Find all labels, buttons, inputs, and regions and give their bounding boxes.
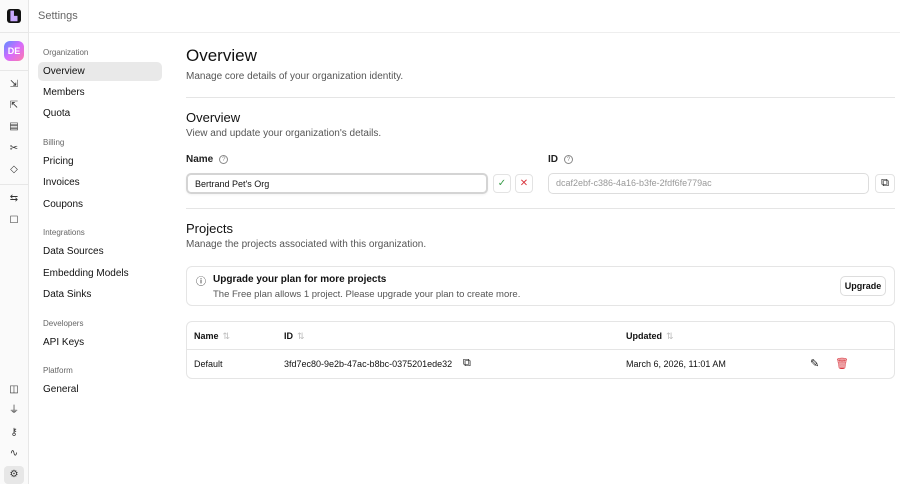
- copy-id-button[interactable]: ⧉: [875, 174, 895, 193]
- sort-icon: ⇅: [666, 331, 674, 341]
- section-title: Overview: [186, 110, 241, 125]
- scissors-icon[interactable]: ✂: [6, 141, 22, 157]
- edit-icon[interactable]: ✎: [810, 357, 819, 370]
- book-icon[interactable]: ◫: [6, 382, 22, 398]
- section-subtitle: View and update your organization's deta…: [186, 128, 382, 139]
- key-icon[interactable]: ⚷: [6, 425, 22, 441]
- column-header-name[interactable]: Name ⇅: [194, 331, 230, 342]
- divider: [0, 70, 28, 71]
- nav-item-embedding-models[interactable]: Embedding Models: [38, 264, 162, 283]
- divider: [186, 208, 895, 209]
- workflow-icon[interactable]: ⇆: [6, 191, 22, 207]
- top-bar: Settings: [29, 0, 900, 33]
- divider: [0, 32, 28, 33]
- page-title: Overview: [186, 46, 257, 65]
- projects-title: Projects: [186, 221, 233, 236]
- nav-group-label: Organization: [43, 48, 89, 57]
- cancel-button[interactable]: ✕: [515, 174, 533, 193]
- upgrade-banner: ⓘ Upgrade your plan for more projects Th…: [186, 266, 895, 306]
- sort-icon: ⇅: [222, 331, 231, 341]
- nav-item-data-sources[interactable]: Data Sources: [38, 242, 162, 261]
- copy-icon[interactable]: ⧉: [463, 357, 471, 370]
- app-logo[interactable]: ▙: [7, 9, 21, 23]
- nav-group-label: Platform: [43, 366, 73, 375]
- nav-item-invoices[interactable]: Invoices: [38, 173, 162, 192]
- export-icon[interactable]: ⇱: [6, 98, 22, 114]
- column-header-id[interactable]: ID ⇅: [284, 331, 305, 342]
- name-input[interactable]: Bertrand Pet's Org: [186, 173, 488, 194]
- column-label: Updated: [626, 331, 662, 341]
- activity-icon[interactable]: ∿: [6, 446, 22, 462]
- settings-icon[interactable]: ⚙: [4, 466, 24, 484]
- project-name: Default: [194, 359, 223, 369]
- copy-icon: ⧉: [881, 177, 889, 189]
- id-label-text: ID: [548, 154, 558, 165]
- nav-item-quota[interactable]: Quota: [38, 104, 162, 123]
- projects-table: Name ⇅ ID ⇅ Updated ⇅ Default 3fd7ec80-9e2b…: [186, 321, 895, 379]
- nav-group-label: Billing: [43, 138, 65, 147]
- delete-icon[interactable]: 🗑: [835, 357, 849, 370]
- help-icon[interactable]: ?: [564, 155, 573, 164]
- nav-item-coupons[interactable]: Coupons: [38, 195, 162, 214]
- divider: [187, 349, 894, 350]
- nav-item-members[interactable]: Members: [38, 83, 162, 102]
- id-label: ID?: [548, 154, 573, 165]
- sort-icon: ⇅: [297, 331, 305, 341]
- plug-icon[interactable]: ⏚: [6, 403, 22, 419]
- nav-item-pricing[interactable]: Pricing: [38, 152, 162, 171]
- id-input[interactable]: dcaf2ebf-c386-4a16-b3fe-2fdf6fe779ac: [548, 173, 869, 194]
- divider: [186, 97, 895, 98]
- page-subtitle: Manage core details of your organization…: [186, 71, 404, 82]
- nav-group-label: Developers: [43, 319, 84, 328]
- divider: [0, 184, 28, 185]
- projects-subtitle: Manage the projects associated with this…: [186, 239, 427, 250]
- name-label: Name?: [186, 154, 229, 165]
- nav-item-overview[interactable]: Overview: [38, 62, 162, 81]
- column-label: Name: [194, 331, 219, 341]
- banner-text: The Free plan allows 1 project. Please u…: [213, 289, 521, 300]
- column-label: ID: [284, 331, 293, 341]
- confirm-button[interactable]: ✓: [493, 174, 511, 193]
- tags-icon[interactable]: ◇: [6, 162, 22, 178]
- project-updated: March 6, 2026, 11:01 AM: [626, 359, 726, 369]
- column-header-updated[interactable]: Updated ⇅: [626, 331, 674, 342]
- help-icon[interactable]: ?: [219, 155, 229, 164]
- bot-icon[interactable]: ☐: [6, 213, 22, 229]
- document-icon[interactable]: ▤: [6, 119, 22, 135]
- nav-item-api-keys[interactable]: API Keys: [38, 333, 162, 352]
- avatar[interactable]: DE: [4, 41, 24, 61]
- nav-group-label: Integrations: [43, 228, 85, 237]
- name-label-text: Name: [186, 154, 214, 165]
- info-icon: ⓘ: [196, 277, 206, 288]
- breadcrumb-title: Settings: [38, 10, 78, 22]
- upgrade-button[interactable]: Upgrade: [840, 276, 886, 296]
- import-icon[interactable]: ⇲: [6, 77, 22, 93]
- project-id: 3fd7ec80-9e2b-47ac-b8bc-0375201ede32: [284, 359, 453, 369]
- icon-rail: ▙ DE ⇲ ⇱ ▤ ✂ ◇ ⇆ ☐ ◫ ⏚ ⚷ ∿ ⚙: [0, 0, 29, 484]
- banner-title: Upgrade your plan for more projects: [213, 274, 387, 285]
- nav-item-data-sinks[interactable]: Data Sinks: [38, 285, 162, 304]
- nav-item-general[interactable]: General: [38, 380, 162, 399]
